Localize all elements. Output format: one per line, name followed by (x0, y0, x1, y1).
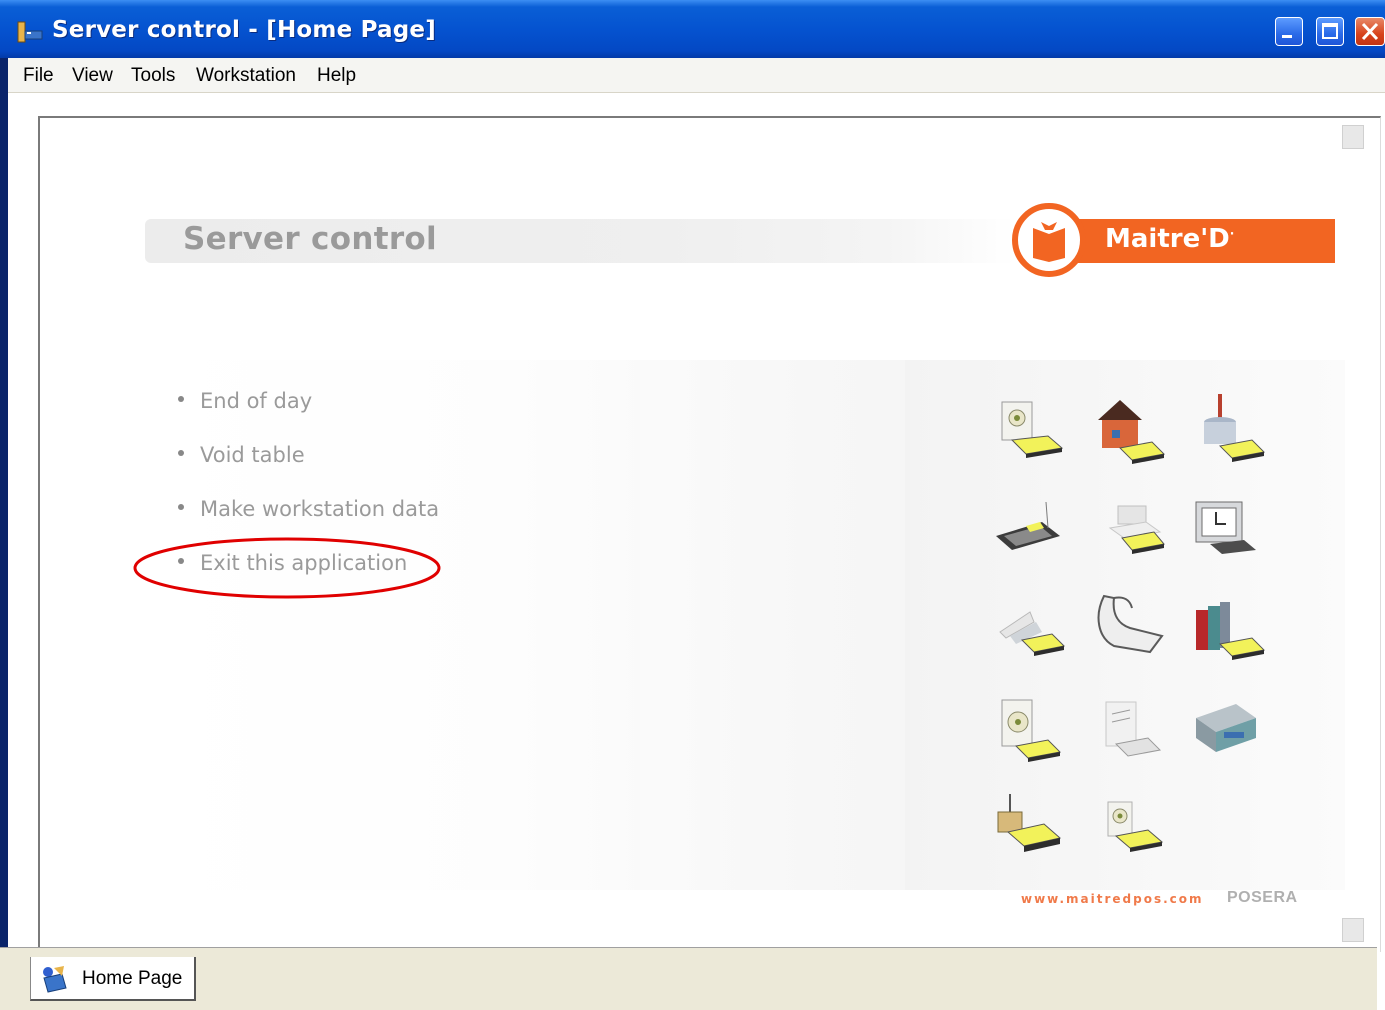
link-end-of-day[interactable]: End of day (178, 389, 312, 419)
tab-bar-fill (196, 958, 1377, 1000)
link-label: Void table (200, 443, 305, 467)
menu-view[interactable]: View (66, 63, 119, 89)
bullet-icon (178, 450, 184, 456)
scroll-up-button[interactable] (1342, 125, 1364, 149)
monitor-clock-icon[interactable] (1190, 492, 1270, 572)
bullet-icon (178, 558, 184, 564)
scroll-down-button[interactable] (1342, 918, 1364, 942)
document-stack-icon[interactable] (1090, 692, 1170, 772)
menu-file[interactable]: File (17, 63, 60, 89)
keyboard-icon[interactable] (990, 492, 1070, 572)
close-icon (1361, 22, 1379, 41)
link-label: Make workstation data (200, 497, 440, 521)
home-page-tab-icon (43, 966, 67, 993)
cd-small-icon[interactable] (1090, 792, 1170, 872)
maximize-icon (1322, 23, 1338, 39)
bullet-icon (178, 504, 184, 510)
menu-tools[interactable]: Tools (125, 63, 181, 89)
app-icon (17, 21, 43, 43)
database-icon[interactable] (1190, 388, 1270, 468)
antenna-icon[interactable] (990, 788, 1070, 868)
page-title: Server control (183, 221, 437, 257)
cd-drive-icon[interactable] (990, 392, 1070, 472)
link-void-table[interactable]: Void table (178, 443, 305, 473)
menu-help[interactable]: Help (311, 63, 362, 89)
disk-cd-icon[interactable] (990, 692, 1070, 772)
menu-bar: File View Tools Workstation Help (8, 58, 1385, 93)
maximize-button[interactable] (1316, 17, 1344, 46)
bullet-icon (178, 396, 184, 402)
link-make-workstation-data[interactable]: Make workstation data (178, 497, 439, 527)
footer-url[interactable]: www.maitredpos.com (1021, 892, 1204, 906)
minimize-button[interactable] (1275, 17, 1303, 46)
minimize-icon (1282, 35, 1292, 38)
posera-logo: POSERA (1227, 889, 1298, 906)
server-icon[interactable] (1190, 688, 1270, 768)
tab-label: Home Page (82, 968, 183, 989)
close-button[interactable] (1355, 17, 1385, 46)
paper-roll-icon[interactable] (1090, 586, 1170, 666)
printer-icon[interactable] (1090, 492, 1170, 572)
link-label: End of day (200, 389, 313, 413)
house-icon[interactable] (1090, 392, 1170, 472)
link-label: Exit this application (200, 551, 408, 575)
link-exit-application[interactable]: Exit this application (178, 551, 407, 581)
brand-name: Maitre'D· (1105, 224, 1235, 254)
maitred-logo-icon (1012, 203, 1086, 277)
menu-workstation[interactable]: Workstation (190, 63, 302, 89)
paper-feed-icon[interactable] (990, 592, 1070, 672)
books-icon[interactable] (1190, 592, 1270, 672)
title-bar[interactable]: Server control - [Home Page] (0, 0, 1385, 58)
window-title: Server control - [Home Page] (52, 17, 436, 43)
